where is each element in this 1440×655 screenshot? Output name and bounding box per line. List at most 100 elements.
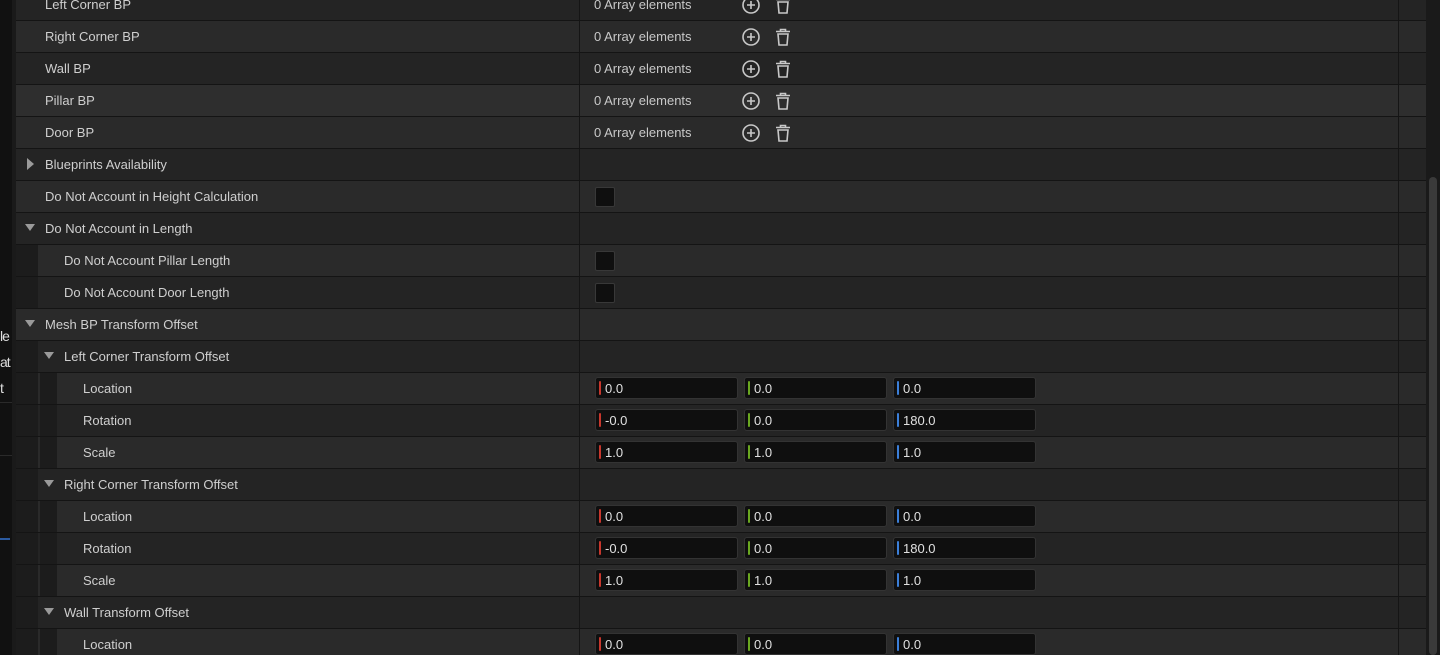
property-row-right-corner-offset[interactable]: Right Corner Transform Offset <box>16 469 1426 501</box>
add-element-icon[interactable] <box>741 27 761 47</box>
property-row-pillar-length[interactable]: Do Not Account Pillar Length <box>16 245 1426 277</box>
vertical-scrollbar[interactable] <box>1426 0 1440 655</box>
y-value: 1.0 <box>754 573 773 588</box>
x-field[interactable]: 0.0 <box>595 633 738 655</box>
y-field[interactable]: 1.0 <box>744 441 887 463</box>
row-extension-column <box>1398 469 1426 500</box>
transform-row-rotation[interactable]: Rotation -0.0 0.0 180.0 <box>16 533 1426 565</box>
property-label: Blueprints Availability <box>45 157 167 172</box>
property-row-door-length[interactable]: Do Not Account Door Length <box>16 277 1426 309</box>
delete-all-icon[interactable] <box>773 123 793 143</box>
delete-all-icon[interactable] <box>773 91 793 111</box>
property-row-blueprints-availability[interactable]: Blueprints Availability <box>16 149 1426 181</box>
add-element-icon[interactable] <box>741 123 761 143</box>
z-field[interactable]: 0.0 <box>893 505 1036 527</box>
row-extension-column <box>1398 181 1426 212</box>
property-label: Location <box>83 637 133 652</box>
indent-guide <box>40 565 57 596</box>
z-field[interactable]: 0.0 <box>893 377 1036 399</box>
x-field[interactable]: -0.0 <box>595 537 738 559</box>
property-label: Door BP <box>45 125 95 140</box>
transform-row-location[interactable]: Location 0.0 0.0 0.0 <box>16 629 1426 655</box>
x-field[interactable]: 1.0 <box>595 569 738 591</box>
array-count: 0 Array elements <box>594 125 692 140</box>
delete-all-icon[interactable] <box>773 27 793 47</box>
height-calc-checkbox[interactable] <box>595 187 615 207</box>
property-label: Rotation <box>83 541 132 556</box>
transform-row-scale[interactable]: Scale 1.0 1.0 1.0 <box>16 437 1426 469</box>
property-row-door-bp[interactable]: Door BP 0 Array elements <box>16 117 1426 149</box>
add-element-icon[interactable] <box>741 0 761 15</box>
collapse-arrow-icon[interactable] <box>44 480 54 487</box>
scrollbar-thumb[interactable] <box>1429 177 1437 655</box>
left-fragment-text: le <box>0 328 10 344</box>
row-extension-column <box>1398 565 1426 596</box>
property-row-left-corner-offset[interactable]: Left Corner Transform Offset <box>16 341 1426 373</box>
z-field[interactable]: 180.0 <box>893 409 1036 431</box>
z-axis-marker <box>897 381 899 395</box>
delete-all-icon[interactable] <box>773 59 793 79</box>
transform-row-location[interactable]: Location 0.0 0.0 0.0 <box>16 501 1426 533</box>
door-length-checkbox[interactable] <box>595 283 615 303</box>
property-label: Do Not Account in Height Calculation <box>45 189 259 204</box>
y-field[interactable]: 0.0 <box>744 537 887 559</box>
z-field[interactable]: 180.0 <box>893 537 1036 559</box>
z-value: 1.0 <box>903 445 922 460</box>
x-value: 0.0 <box>605 637 624 652</box>
transform-row-scale[interactable]: Scale 1.0 1.0 1.0 <box>16 565 1426 597</box>
collapse-arrow-icon[interactable] <box>25 224 35 231</box>
property-row-height-calc[interactable]: Do Not Account in Height Calculation <box>16 181 1426 213</box>
property-row-wall-bp[interactable]: Wall BP 0 Array elements <box>16 53 1426 85</box>
indent-guide <box>40 629 57 655</box>
property-row-wall-offset[interactable]: Wall Transform Offset <box>16 597 1426 629</box>
property-row-mesh-offset[interactable]: Mesh BP Transform Offset <box>16 309 1426 341</box>
property-label: Do Not Account Door Length <box>64 285 230 300</box>
x-value: 0.0 <box>605 509 624 524</box>
z-value: 180.0 <box>903 413 936 428</box>
property-row-length-group[interactable]: Do Not Account in Length <box>16 213 1426 245</box>
indent-guide <box>16 437 38 468</box>
property-label: Location <box>83 509 133 524</box>
add-element-icon[interactable] <box>741 91 761 111</box>
property-row-pillar-bp[interactable]: Pillar BP 0 Array elements <box>16 85 1426 117</box>
pillar-length-checkbox[interactable] <box>595 251 615 271</box>
y-field[interactable]: 1.0 <box>744 569 887 591</box>
transform-row-rotation[interactable]: Rotation -0.0 0.0 180.0 <box>16 405 1426 437</box>
delete-all-icon[interactable] <box>773 0 793 15</box>
y-field[interactable]: 0.0 <box>744 377 887 399</box>
left-fragment-text: at <box>0 354 11 370</box>
collapse-arrow-icon[interactable] <box>25 320 35 327</box>
property-label: Do Not Account Pillar Length <box>64 253 231 268</box>
collapse-arrow-icon[interactable] <box>44 608 54 615</box>
array-count: 0 Array elements <box>594 29 692 44</box>
indent-guide <box>40 501 57 532</box>
y-axis-marker <box>748 541 750 555</box>
y-field[interactable]: 0.0 <box>744 633 887 655</box>
y-field[interactable]: 0.0 <box>744 409 887 431</box>
property-row-left-corner-bp[interactable]: Left Corner BP 0 Array elements <box>16 0 1426 21</box>
x-field[interactable]: 0.0 <box>595 505 738 527</box>
collapse-arrow-icon[interactable] <box>44 352 54 359</box>
z-field[interactable]: 1.0 <box>893 441 1036 463</box>
row-extension-column <box>1398 149 1426 180</box>
details-panel-window: le at t Left Corner BP 0 Array elements … <box>0 0 1440 655</box>
transform-row-location[interactable]: Location 0.0 0.0 0.0 <box>16 373 1426 405</box>
add-element-icon[interactable] <box>741 59 761 79</box>
x-field[interactable]: 0.0 <box>595 377 738 399</box>
z-field[interactable]: 0.0 <box>893 633 1036 655</box>
indent-guide <box>16 277 38 308</box>
property-row-right-corner-bp[interactable]: Right Corner BP 0 Array elements <box>16 21 1426 53</box>
x-field[interactable]: -0.0 <box>595 409 738 431</box>
indent-guide <box>16 629 38 655</box>
z-axis-marker <box>897 637 899 651</box>
row-extension-column <box>1398 373 1426 404</box>
array-count: 0 Array elements <box>594 61 692 76</box>
x-field[interactable]: 1.0 <box>595 441 738 463</box>
y-field[interactable]: 0.0 <box>744 505 887 527</box>
z-field[interactable]: 1.0 <box>893 569 1036 591</box>
property-label: Pillar BP <box>45 93 95 108</box>
expand-arrow-icon[interactable] <box>27 158 34 170</box>
x-value: -0.0 <box>605 413 628 428</box>
indent-guide <box>16 501 38 532</box>
y-axis-marker <box>748 573 750 587</box>
